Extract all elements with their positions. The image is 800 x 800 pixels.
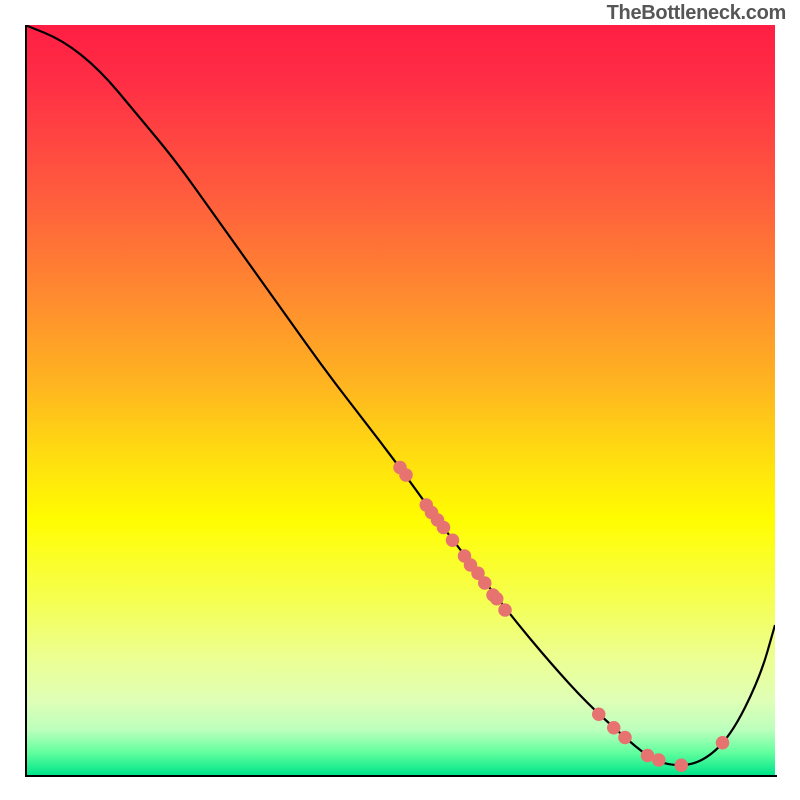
- y-axis: [25, 25, 27, 777]
- plot-area: [25, 25, 775, 775]
- highlight-dot: [675, 759, 689, 773]
- highlight-dot: [478, 576, 492, 590]
- highlight-dot: [490, 592, 504, 606]
- highlight-dot: [607, 721, 621, 735]
- x-axis: [25, 775, 777, 777]
- highlight-dot: [618, 731, 632, 745]
- highlight-dot: [716, 736, 730, 750]
- bottleneck-curve: [25, 25, 775, 765]
- highlight-dot: [498, 603, 512, 617]
- highlight-dot: [399, 468, 413, 482]
- watermark-text: TheBottleneck.com: [607, 2, 786, 25]
- highlight-dot: [446, 534, 460, 548]
- chart-container: TheBottleneck.com: [0, 0, 800, 800]
- highlight-dot: [437, 521, 451, 535]
- highlight-dot: [652, 753, 666, 767]
- curve-svg: [25, 25, 775, 775]
- highlight-dot: [592, 708, 606, 722]
- highlight-dots-group: [393, 461, 729, 772]
